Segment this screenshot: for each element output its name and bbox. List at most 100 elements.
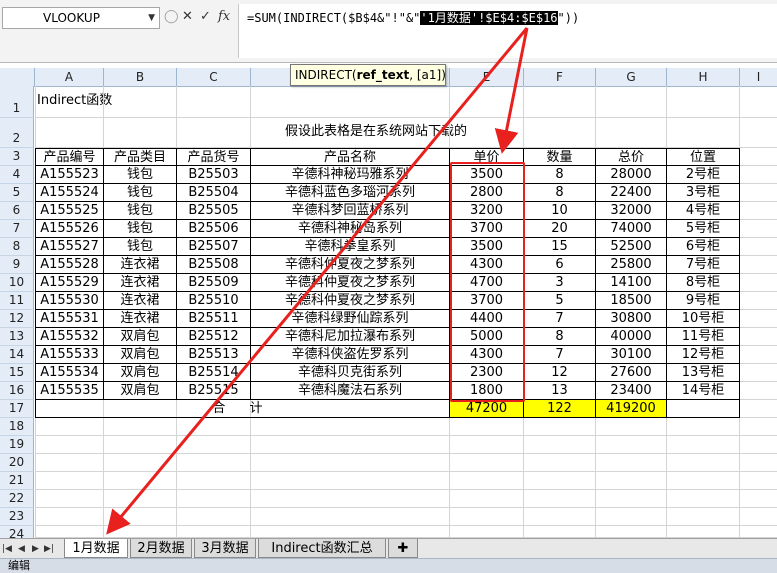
- table-cell[interactable]: B25510: [177, 292, 251, 310]
- table-cell[interactable]: B25512: [177, 328, 251, 346]
- table-cell[interactable]: 12: [524, 364, 596, 382]
- row-header[interactable]: 18: [0, 418, 34, 436]
- table-cell[interactable]: 钱包: [104, 202, 177, 220]
- table-cell[interactable]: A155530: [35, 292, 104, 310]
- table-cell[interactable]: 5号柜: [667, 220, 740, 238]
- table-cell[interactable]: 13号柜: [667, 364, 740, 382]
- table-cell[interactable]: A155527: [35, 238, 104, 256]
- row-header[interactable]: 15: [0, 364, 34, 382]
- table-cell[interactable]: A155533: [35, 346, 104, 364]
- table-cell[interactable]: [667, 400, 740, 418]
- table-cell[interactable]: B25503: [177, 166, 251, 184]
- table-header-cell[interactable]: 产品名称: [251, 148, 450, 166]
- sheet-note[interactable]: 假设此表格是在系统网站下载的: [285, 123, 467, 140]
- table-cell[interactable]: 14号柜: [667, 382, 740, 400]
- next-sheet-icon[interactable]: ▶: [32, 541, 39, 557]
- table-cell[interactable]: 7: [524, 346, 596, 364]
- tooltip-rest[interactable]: , [a1]): [409, 68, 446, 82]
- table-cell[interactable]: 10号柜: [667, 310, 740, 328]
- table-cell[interactable]: 13: [524, 382, 596, 400]
- table-cell[interactable]: 钱包: [104, 238, 177, 256]
- row-header[interactable]: 11: [0, 292, 34, 310]
- row-header[interactable]: 22: [0, 490, 34, 508]
- table-cell[interactable]: 18500: [596, 292, 667, 310]
- table-cell[interactable]: 5: [524, 292, 596, 310]
- tooltip-arg[interactable]: ref_text: [357, 68, 410, 82]
- table-cell[interactable]: 7: [524, 310, 596, 328]
- column-header-g[interactable]: G: [596, 68, 667, 86]
- row-header[interactable]: 3: [0, 148, 34, 166]
- table-cell[interactable]: 辛德科魔法石系列: [251, 382, 450, 400]
- column-header-i[interactable]: I: [740, 68, 777, 86]
- column-header-h[interactable]: H: [667, 68, 740, 86]
- table-cell[interactable]: 双肩包: [104, 364, 177, 382]
- row-header[interactable]: 6: [0, 202, 34, 220]
- table-cell[interactable]: B25509: [177, 274, 251, 292]
- row-header[interactable]: 20: [0, 454, 34, 472]
- column-header-f[interactable]: F: [524, 68, 596, 86]
- table-cell[interactable]: 52500: [596, 238, 667, 256]
- row-header[interactable]: 1: [0, 86, 34, 118]
- table-cell[interactable]: 6: [524, 256, 596, 274]
- row-header[interactable]: 19: [0, 436, 34, 454]
- table-header-cell[interactable]: 产品类目: [104, 148, 177, 166]
- column-header-b[interactable]: B: [104, 68, 177, 86]
- table-cell[interactable]: 9号柜: [667, 292, 740, 310]
- table-cell[interactable]: B25511: [177, 310, 251, 328]
- table-cell[interactable]: B25505: [177, 202, 251, 220]
- table-cell[interactable]: 74000: [596, 220, 667, 238]
- tab-indirect函数汇总[interactable]: Indirect函数汇总: [258, 539, 386, 558]
- confirm-icon[interactable]: ✓: [200, 7, 211, 27]
- table-header-cell[interactable]: 总价: [596, 148, 667, 166]
- table-cell[interactable]: 7号柜: [667, 256, 740, 274]
- table-cell[interactable]: A155535: [35, 382, 104, 400]
- row-header[interactable]: 4: [0, 166, 34, 184]
- tab-1月数据[interactable]: 1月数据: [64, 539, 128, 558]
- table-cell[interactable]: A155528: [35, 256, 104, 274]
- table-cell[interactable]: B25508: [177, 256, 251, 274]
- table-cell[interactable]: 辛德科仲夏夜之梦系列: [251, 256, 450, 274]
- table-cell[interactable]: 辛德科蓝色多瑙河系列: [251, 184, 450, 202]
- table-cell[interactable]: 23400: [596, 382, 667, 400]
- table-cell[interactable]: 4号柜: [667, 202, 740, 220]
- table-cell[interactable]: 辛德科梦回蓝桥系列: [251, 202, 450, 220]
- table-header-cell[interactable]: 产品货号: [177, 148, 251, 166]
- table-cell[interactable]: 辛德科神秘玛雅系列: [251, 166, 450, 184]
- table-header-cell[interactable]: 产品编号: [35, 148, 104, 166]
- table-cell[interactable]: A155524: [35, 184, 104, 202]
- table-cell[interactable]: 25800: [596, 256, 667, 274]
- table-cell[interactable]: 3: [524, 274, 596, 292]
- table-cell[interactable]: 辛德科尼加拉瀑布系列: [251, 328, 450, 346]
- row-header[interactable]: 13: [0, 328, 34, 346]
- table-cell[interactable]: 28000: [596, 166, 667, 184]
- cancel-icon[interactable]: ✕: [182, 7, 193, 27]
- row-header[interactable]: 14: [0, 346, 34, 364]
- sheet-title[interactable]: Indirect函数: [37, 92, 112, 109]
- table-cell[interactable]: B25504: [177, 184, 251, 202]
- column-header-e[interactable]: E: [450, 68, 524, 86]
- table-cell[interactable]: B25506: [177, 220, 251, 238]
- row-header[interactable]: 2: [0, 118, 34, 148]
- table-cell[interactable]: 辛德科拳皇系列: [251, 238, 450, 256]
- row-header[interactable]: 7: [0, 220, 34, 238]
- table-cell[interactable]: 钱包: [104, 166, 177, 184]
- row-header[interactable]: 21: [0, 472, 34, 490]
- table-cell[interactable]: 3号柜: [667, 184, 740, 202]
- prev-sheet-icon[interactable]: ◀: [18, 541, 25, 557]
- table-cell[interactable]: 钱包: [104, 220, 177, 238]
- table-cell[interactable]: A155523: [35, 166, 104, 184]
- last-sheet-icon[interactable]: ▶|: [44, 541, 54, 557]
- table-cell[interactable]: 辛德科侠盗佐罗系列: [251, 346, 450, 364]
- table-cell[interactable]: 14100: [596, 274, 667, 292]
- row-header[interactable]: 8: [0, 238, 34, 256]
- table-cell[interactable]: 辛德科仲夏夜之梦系列: [251, 274, 450, 292]
- table-cell[interactable]: 22400: [596, 184, 667, 202]
- table-cell[interactable]: B25513: [177, 346, 251, 364]
- sheet-grid[interactable]: Indirect函数 假设此表格是在系统网站下载的 产品编号 产品类目 产品货号 产品…: [35, 86, 777, 538]
- column-header-c[interactable]: C: [177, 68, 251, 86]
- tab-3月数据[interactable]: 3月数据: [194, 539, 256, 558]
- table-cell[interactable]: A155529: [35, 274, 104, 292]
- column-header-a[interactable]: A: [35, 68, 104, 86]
- table-cell[interactable]: 连衣裙: [104, 256, 177, 274]
- table-cell[interactable]: 辛德科绿野仙踪系列: [251, 310, 450, 328]
